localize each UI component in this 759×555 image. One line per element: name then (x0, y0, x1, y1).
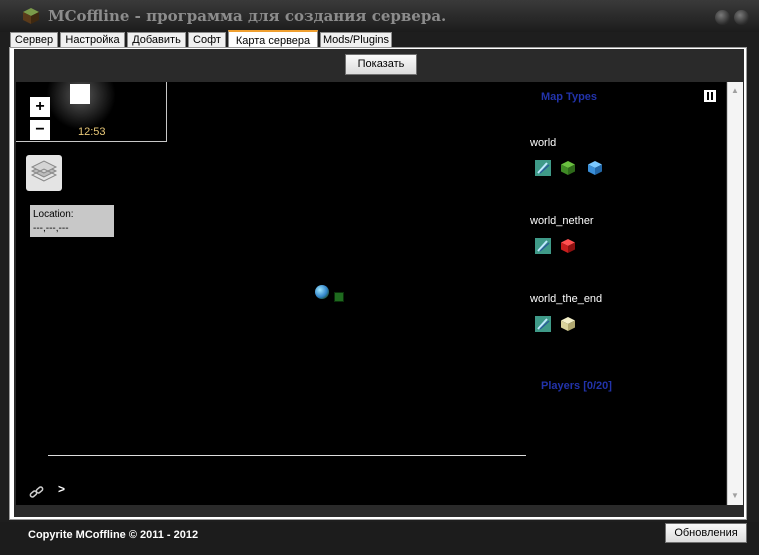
tab-bar: Сервер Настройка Добавить Софт Карта сер… (10, 30, 750, 48)
clock-time: 12:53 (78, 126, 106, 138)
world-the-end-name: world_the_end (530, 293, 603, 305)
tab-server-map[interactable]: Карта сервера (228, 30, 318, 48)
flat-map-icon[interactable] (535, 316, 551, 332)
nether-cube-icon[interactable] (560, 238, 576, 254)
map-view[interactable]: 12:53 + − Location: ---,---,--- Map Type… (16, 82, 726, 505)
tab-add[interactable]: Добавить (127, 32, 186, 47)
water-cube-icon[interactable] (587, 160, 603, 176)
players-title: Players [0/20] (541, 380, 612, 392)
world-nether-name: world_nether (530, 215, 594, 227)
tab-mods-plugins[interactable]: Mods/Plugins (320, 32, 392, 47)
chat-prompt[interactable]: > (58, 482, 65, 496)
tab-server[interactable]: Сервер (10, 32, 58, 47)
location-label: Location: (33, 209, 74, 220)
flat-map-icon[interactable] (535, 238, 551, 254)
spawn-marker-icon[interactable] (334, 292, 344, 302)
chat-input-border (48, 455, 526, 456)
tab-settings[interactable]: Настройка (60, 32, 125, 47)
sun-icon (70, 84, 90, 104)
map-scrollbar[interactable]: ▲ ▼ (727, 82, 743, 505)
app-logo-icon (23, 8, 39, 24)
flat-map-icon[interactable] (535, 160, 551, 176)
zoom-in-button[interactable]: + (30, 97, 50, 117)
map-types-title: Map Types (541, 91, 598, 103)
copyright-text: Copyrite MCoffline © 2011 - 2012 (28, 529, 199, 541)
link-icon[interactable] (29, 485, 45, 499)
scroll-down-icon[interactable]: ▼ (731, 491, 739, 500)
layers-icon (30, 160, 58, 182)
layers-button[interactable] (26, 155, 62, 191)
zoom-out-button[interactable]: − (30, 120, 50, 140)
world-name: world (530, 137, 557, 149)
surface-cube-icon[interactable] (560, 160, 576, 176)
minimize-button[interactable] (715, 10, 730, 25)
close-button[interactable] (734, 10, 749, 25)
window-title: MCoffline - программа для создания серве… (48, 7, 447, 25)
show-button[interactable]: Показать (345, 54, 417, 75)
pause-icon[interactable] (704, 90, 716, 102)
scroll-up-icon[interactable]: ▲ (731, 86, 739, 95)
globe-icon[interactable] (315, 285, 329, 299)
end-cube-icon[interactable] (560, 316, 576, 332)
location-value: ---,---,--- (33, 223, 69, 234)
tab-software[interactable]: Софт (188, 32, 226, 47)
title-bar: MCoffline - программа для создания серве… (0, 0, 759, 32)
update-button[interactable]: Обновления (665, 523, 747, 543)
location-box: Location: ---,---,--- (30, 205, 114, 237)
